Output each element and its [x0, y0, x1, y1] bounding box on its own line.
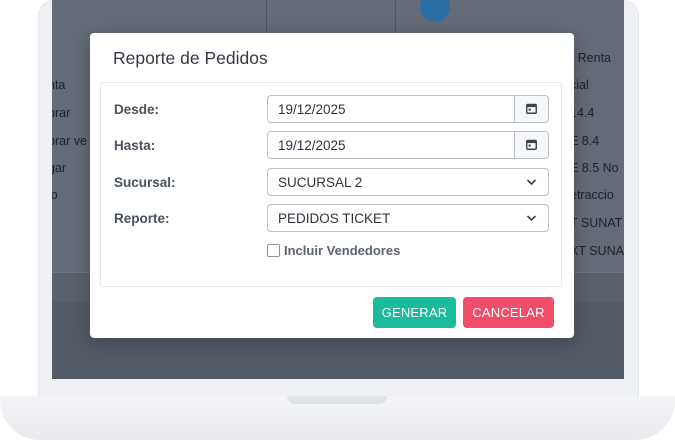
background-divider — [266, 0, 267, 32]
hasta-calendar-button[interactable] — [514, 132, 548, 158]
hasta-label: Hasta: — [114, 138, 156, 153]
desde-value: 19/12/2025 — [278, 102, 346, 117]
background-divider — [395, 0, 396, 32]
sucursal-label: Sucursal: — [114, 175, 176, 190]
hasta-date-field[interactable]: 19/12/2025 — [267, 131, 549, 159]
sucursal-select[interactable]: SUCURSAL 2 — [267, 168, 549, 196]
desde-calendar-button[interactable] — [514, 96, 548, 122]
background-menu-item: T SUNAT — [570, 216, 623, 230]
cancelar-button[interactable]: CANCELAR — [463, 297, 554, 328]
background-menu-item: brar ve — [52, 134, 87, 148]
background-menu-item: io — [52, 188, 58, 202]
background-menu-item: E 8.4 — [570, 134, 600, 148]
desde-label: Desde: — [114, 102, 160, 117]
reporte-label: Reporte: — [114, 211, 170, 226]
incluir-vendedores-label[interactable]: Incluir Vendedores — [284, 243, 400, 258]
background-menu-item: XT SUNA — [570, 244, 624, 258]
background-menu-item: nta — [52, 78, 66, 92]
reporte-value: PEDIDOS TICKET — [278, 211, 391, 226]
background-menu-item: - Renta — [570, 51, 611, 65]
calendar-icon — [526, 139, 537, 150]
reporte-select[interactable]: PEDIDOS TICKET — [267, 204, 549, 232]
hasta-value: 19/12/2025 — [278, 138, 346, 153]
modal-title: Reporte de Pedidos — [113, 48, 268, 68]
chevron-down-icon — [526, 179, 537, 186]
background-menu-item: gar — [52, 161, 67, 175]
laptop-notch — [287, 396, 387, 404]
background-menu-item: etraccio — [570, 188, 614, 202]
generar-button[interactable]: GENERAR — [373, 297, 456, 328]
report-modal: Reporte de Pedidos Desde: 19/12/2025 Has… — [90, 33, 574, 338]
background-header — [52, 0, 624, 32]
background-menu-item: brar — [52, 106, 71, 120]
report-form: Desde: 19/12/2025 Hasta: 19/12/2025 Sucu… — [100, 82, 562, 287]
background-menu-item: E 8.5 No — [570, 161, 619, 175]
sucursal-value: SUCURSAL 2 — [278, 175, 363, 190]
calendar-icon — [526, 103, 537, 114]
incluir-vendedores-checkbox[interactable] — [267, 244, 280, 257]
chevron-down-icon — [526, 215, 537, 222]
desde-date-field[interactable]: 19/12/2025 — [267, 95, 549, 123]
